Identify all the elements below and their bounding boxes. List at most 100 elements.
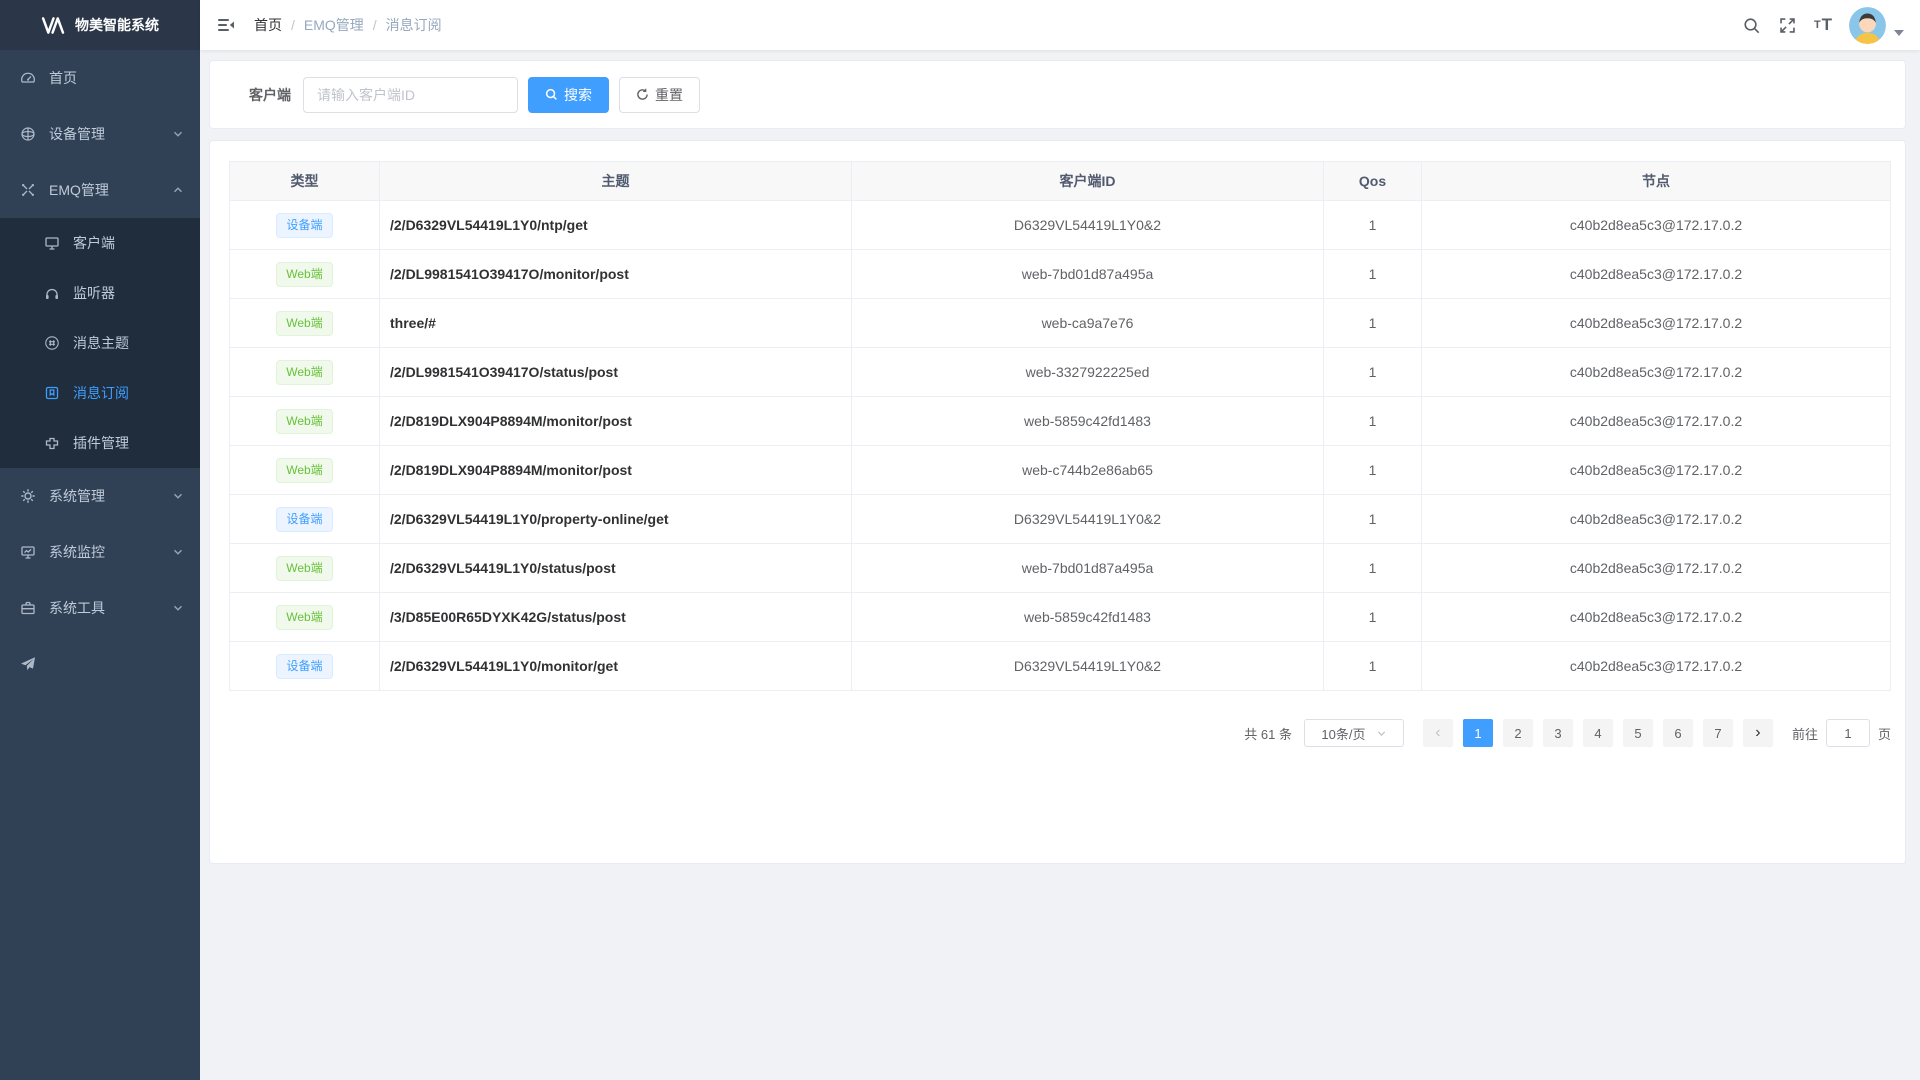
node-cell: c40b2d8ea5c3@172.17.0.2 (1422, 642, 1891, 691)
page-button-3[interactable]: 3 (1543, 719, 1573, 747)
page-button-1[interactable]: 1 (1463, 719, 1493, 747)
topic-cell: /2/D6329VL54419L1Y0/property-online/get (380, 495, 852, 544)
table-header-row: 类型 主题 客户端ID Qos 节点 (230, 162, 1891, 201)
page-button-7[interactable]: 7 (1703, 719, 1733, 747)
type-tag: Web端 (276, 605, 332, 630)
sidebar-item-system-mgmt[interactable]: 系统管理 (0, 468, 200, 524)
table-row: 设备端 /2/D6329VL54419L1Y0/monitor/get D632… (230, 642, 1891, 691)
table-row: 设备端 /2/D6329VL54419L1Y0/ntp/get D6329VL5… (230, 201, 1891, 250)
client-id-cell: web-c744b2e86ab65 (852, 446, 1324, 495)
sidebar-item-plugin-mgmt[interactable]: 插件管理 (0, 418, 200, 468)
avatar[interactable] (1849, 7, 1886, 44)
user-menu[interactable] (1849, 7, 1904, 44)
client-id-cell: web-5859c42fd1483 (852, 397, 1324, 446)
type-tag: Web端 (276, 311, 332, 336)
topic-icon (44, 335, 60, 351)
type-tag: Web端 (276, 556, 332, 581)
font-size-icon[interactable]: TT (1805, 0, 1841, 50)
hamburger-icon[interactable] (216, 15, 236, 35)
page-size-value: 10条/页 (1321, 724, 1365, 743)
node-cell: c40b2d8ea5c3@172.17.0.2 (1422, 495, 1891, 544)
topic-cell: /2/D6329VL54419L1Y0/status/post (380, 544, 852, 593)
sidebar-item-label: 监听器 (73, 283, 115, 303)
type-tag: Web端 (276, 262, 332, 287)
chevron-down-icon (172, 546, 184, 558)
listener-icon (44, 285, 60, 301)
client-id-cell: web-7bd01d87a495a (852, 544, 1324, 593)
sidebar-item-label: 设备管理 (49, 124, 105, 144)
emq-submenu: 客户端 监听器 消息主题 (0, 218, 200, 468)
breadcrumb-emq: EMQ管理 (304, 15, 364, 35)
sidebar-item-emq-mgmt[interactable]: EMQ管理 (0, 162, 200, 218)
qos-cell: 1 (1324, 495, 1422, 544)
topic-cell: /2/D819DLX904P8894M/monitor/post (380, 446, 852, 495)
search-button-label: 搜索 (564, 85, 592, 105)
sidebar-menu: 首页 设备管理 EMQ管理 (0, 50, 200, 692)
sidebar-item-message-topic[interactable]: 消息主题 (0, 318, 200, 368)
reset-button[interactable]: 重置 (619, 77, 700, 113)
topic-cell: /2/D6329VL54419L1Y0/monitor/get (380, 642, 852, 691)
app-title: 物美智能系统 (75, 15, 159, 35)
page-button-5[interactable]: 5 (1623, 719, 1653, 747)
qos-cell: 1 (1324, 348, 1422, 397)
qos-cell: 1 (1324, 544, 1422, 593)
type-tag: Web端 (276, 409, 332, 434)
goto-page-input[interactable] (1826, 719, 1870, 747)
sidebar-item-home[interactable]: 首页 (0, 50, 200, 106)
sidebar-item-device-mgmt[interactable]: 设备管理 (0, 106, 200, 162)
topic-cell: /2/DL9981541O39417O/monitor/post (380, 250, 852, 299)
page-button-2[interactable]: 2 (1503, 719, 1533, 747)
search-icon[interactable] (1733, 0, 1769, 50)
type-tag: Web端 (276, 360, 332, 385)
filter-panel: 客户端 搜索 重置 (209, 60, 1906, 129)
sidebar-item-system-tools[interactable]: 系统工具 (0, 580, 200, 636)
topic-cell: /3/D85E00R65DYXK42G/status/post (380, 593, 852, 642)
table-row: Web端 /3/D85E00R65DYXK42G/status/post web… (230, 593, 1891, 642)
qos-cell: 1 (1324, 201, 1422, 250)
node-cell: c40b2d8ea5c3@172.17.0.2 (1422, 348, 1891, 397)
node-cell: c40b2d8ea5c3@172.17.0.2 (1422, 446, 1891, 495)
sidebar-item-label: 插件管理 (73, 433, 129, 453)
client-id-cell: D6329VL54419L1Y0&2 (852, 495, 1324, 544)
breadcrumb-separator: / (373, 17, 377, 33)
breadcrumb-current: 消息订阅 (386, 15, 442, 35)
dashboard-icon (20, 70, 36, 86)
sidebar-item-listener[interactable]: 监听器 (0, 268, 200, 318)
sidebar-item-label: 消息主题 (73, 333, 129, 353)
main-area: 首页 / EMQ管理 / 消息订阅 TT (200, 0, 1920, 1080)
sidebar-item-wumei-smart[interactable] (0, 636, 200, 692)
reset-button-label: 重置 (655, 85, 683, 105)
sidebar-item-label: 系统管理 (49, 486, 105, 506)
subscribe-icon (44, 385, 60, 401)
type-tag: 设备端 (276, 654, 332, 679)
pagination: 共 61 条 10条/页 ‹ 1 2 3 4 5 6 7 › (229, 719, 1891, 747)
app-root: 物美智能系统 首页 设备管理 (0, 0, 1920, 1080)
sidebar-item-system-monitor[interactable]: 系统监控 (0, 524, 200, 580)
next-page-button[interactable]: › (1743, 719, 1773, 747)
page-button-6[interactable]: 6 (1663, 719, 1693, 747)
search-button[interactable]: 搜索 (528, 77, 609, 113)
page-size-select[interactable]: 10条/页 (1304, 719, 1404, 747)
type-tag: 设备端 (276, 213, 332, 238)
table-row: 设备端 /2/D6329VL54419L1Y0/property-online/… (230, 495, 1891, 544)
breadcrumb-separator: / (291, 17, 295, 33)
node-cell: c40b2d8ea5c3@172.17.0.2 (1422, 397, 1891, 446)
page-content: 客户端 搜索 重置 类型 主题 (200, 50, 1920, 864)
sidebar-item-message-subscription[interactable]: 消息订阅 (0, 368, 200, 418)
header-topic: 主题 (380, 162, 852, 201)
navbar-actions: TT (1733, 0, 1912, 50)
node-cell: c40b2d8ea5c3@172.17.0.2 (1422, 544, 1891, 593)
prev-page-button[interactable]: ‹ (1423, 719, 1453, 747)
breadcrumb-home[interactable]: 首页 (254, 15, 282, 35)
table-row: Web端 /2/D6329VL54419L1Y0/status/post web… (230, 544, 1891, 593)
header-client-id: 客户端ID (852, 162, 1324, 201)
page-button-4[interactable]: 4 (1583, 719, 1613, 747)
topic-cell: /2/D6329VL54419L1Y0/ntp/get (380, 201, 852, 250)
sidebar-item-client[interactable]: 客户端 (0, 218, 200, 268)
fullscreen-icon[interactable] (1769, 0, 1805, 50)
qos-cell: 1 (1324, 397, 1422, 446)
client-id-input[interactable] (303, 77, 518, 113)
sidebar: 物美智能系统 首页 设备管理 (0, 0, 200, 1080)
type-tag: 设备端 (276, 507, 332, 532)
logo[interactable]: 物美智能系统 (0, 0, 200, 50)
